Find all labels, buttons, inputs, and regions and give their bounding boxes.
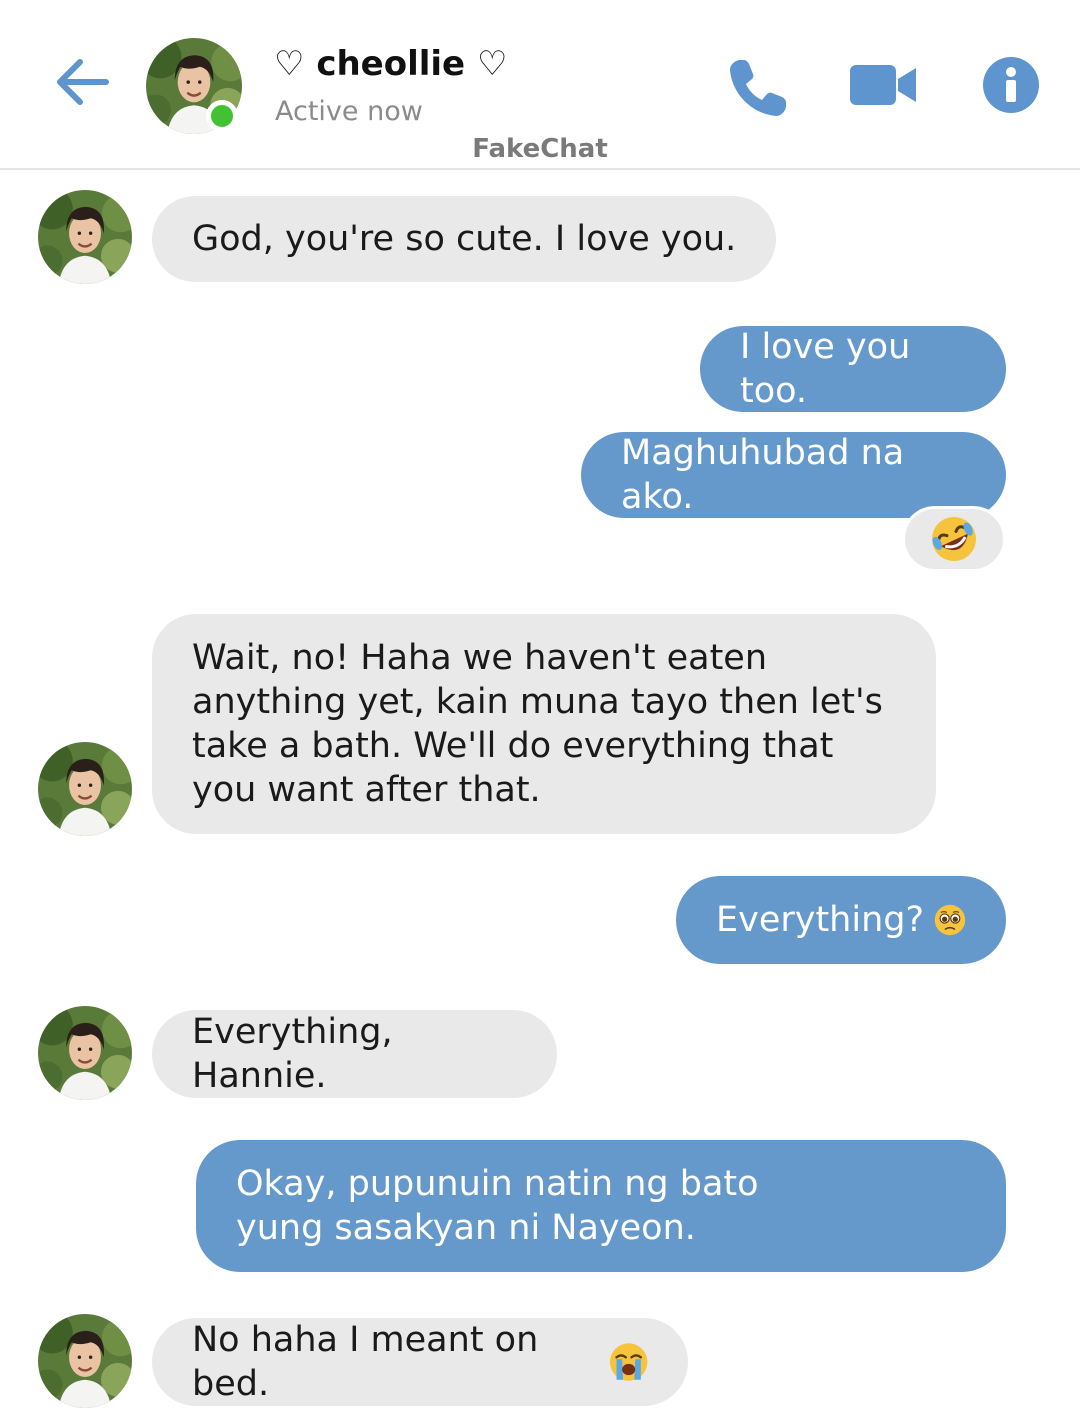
message-text: Everything, Hannie. (192, 1012, 404, 1096)
online-status-indicator (206, 100, 238, 132)
back-arrow-icon (57, 59, 109, 105)
message-text: Maghuhubad na ako. (621, 433, 916, 517)
outgoing-message[interactable]: Okay, pupunuin natin ng bato yung sasaky… (196, 1140, 1006, 1272)
outgoing-message[interactable]: Everything? (676, 876, 1006, 964)
incoming-message[interactable]: Everything, Hannie. (152, 1010, 557, 1098)
message-text: God, you're so cute. I love you. (192, 219, 737, 259)
sender-avatar (38, 1006, 132, 1100)
info-button[interactable] (982, 56, 1040, 114)
outgoing-message[interactable]: I love you too. (700, 326, 1006, 412)
app-watermark-label: FakeChat (472, 134, 608, 164)
info-icon (983, 57, 1039, 113)
pleading-face-emoji (934, 904, 966, 936)
chat-screen: ♡ cheollie ♡ Active now FakeChat God, yo… (0, 0, 1080, 1416)
sender-avatar (38, 742, 132, 836)
message-text: Okay, pupunuin natin ng bato yung sasaky… (236, 1164, 770, 1248)
video-call-button[interactable] (848, 60, 918, 110)
contact-avatar[interactable] (146, 38, 242, 134)
sender-avatar (38, 1314, 132, 1408)
video-camera-icon (850, 65, 916, 105)
rolling-on-floor-laughing-emoji (932, 517, 976, 561)
loudly-crying-face-emoji (609, 1343, 648, 1381)
contact-name[interactable]: ♡ cheollie ♡ (274, 44, 507, 84)
message-text: Everything? (716, 900, 925, 940)
chat-header: ♡ cheollie ♡ Active now FakeChat (0, 0, 1080, 170)
incoming-message[interactable]: No haha I meant on bed. (152, 1318, 688, 1406)
message-text: No haha I meant on bed. (192, 1320, 550, 1404)
message-text: Wait, no! Haha we haven't eaten anything… (192, 638, 895, 810)
phone-icon (730, 60, 786, 116)
back-button[interactable] (52, 52, 112, 112)
call-button[interactable] (726, 56, 790, 120)
sender-avatar (38, 190, 132, 284)
message-reaction[interactable] (902, 506, 1006, 572)
incoming-message[interactable]: God, you're so cute. I love you. (152, 196, 777, 282)
message-text: I love you too. (740, 327, 922, 411)
incoming-message[interactable]: Wait, no! Haha we haven't eaten anything… (152, 614, 936, 834)
contact-status: Active now (275, 96, 423, 127)
